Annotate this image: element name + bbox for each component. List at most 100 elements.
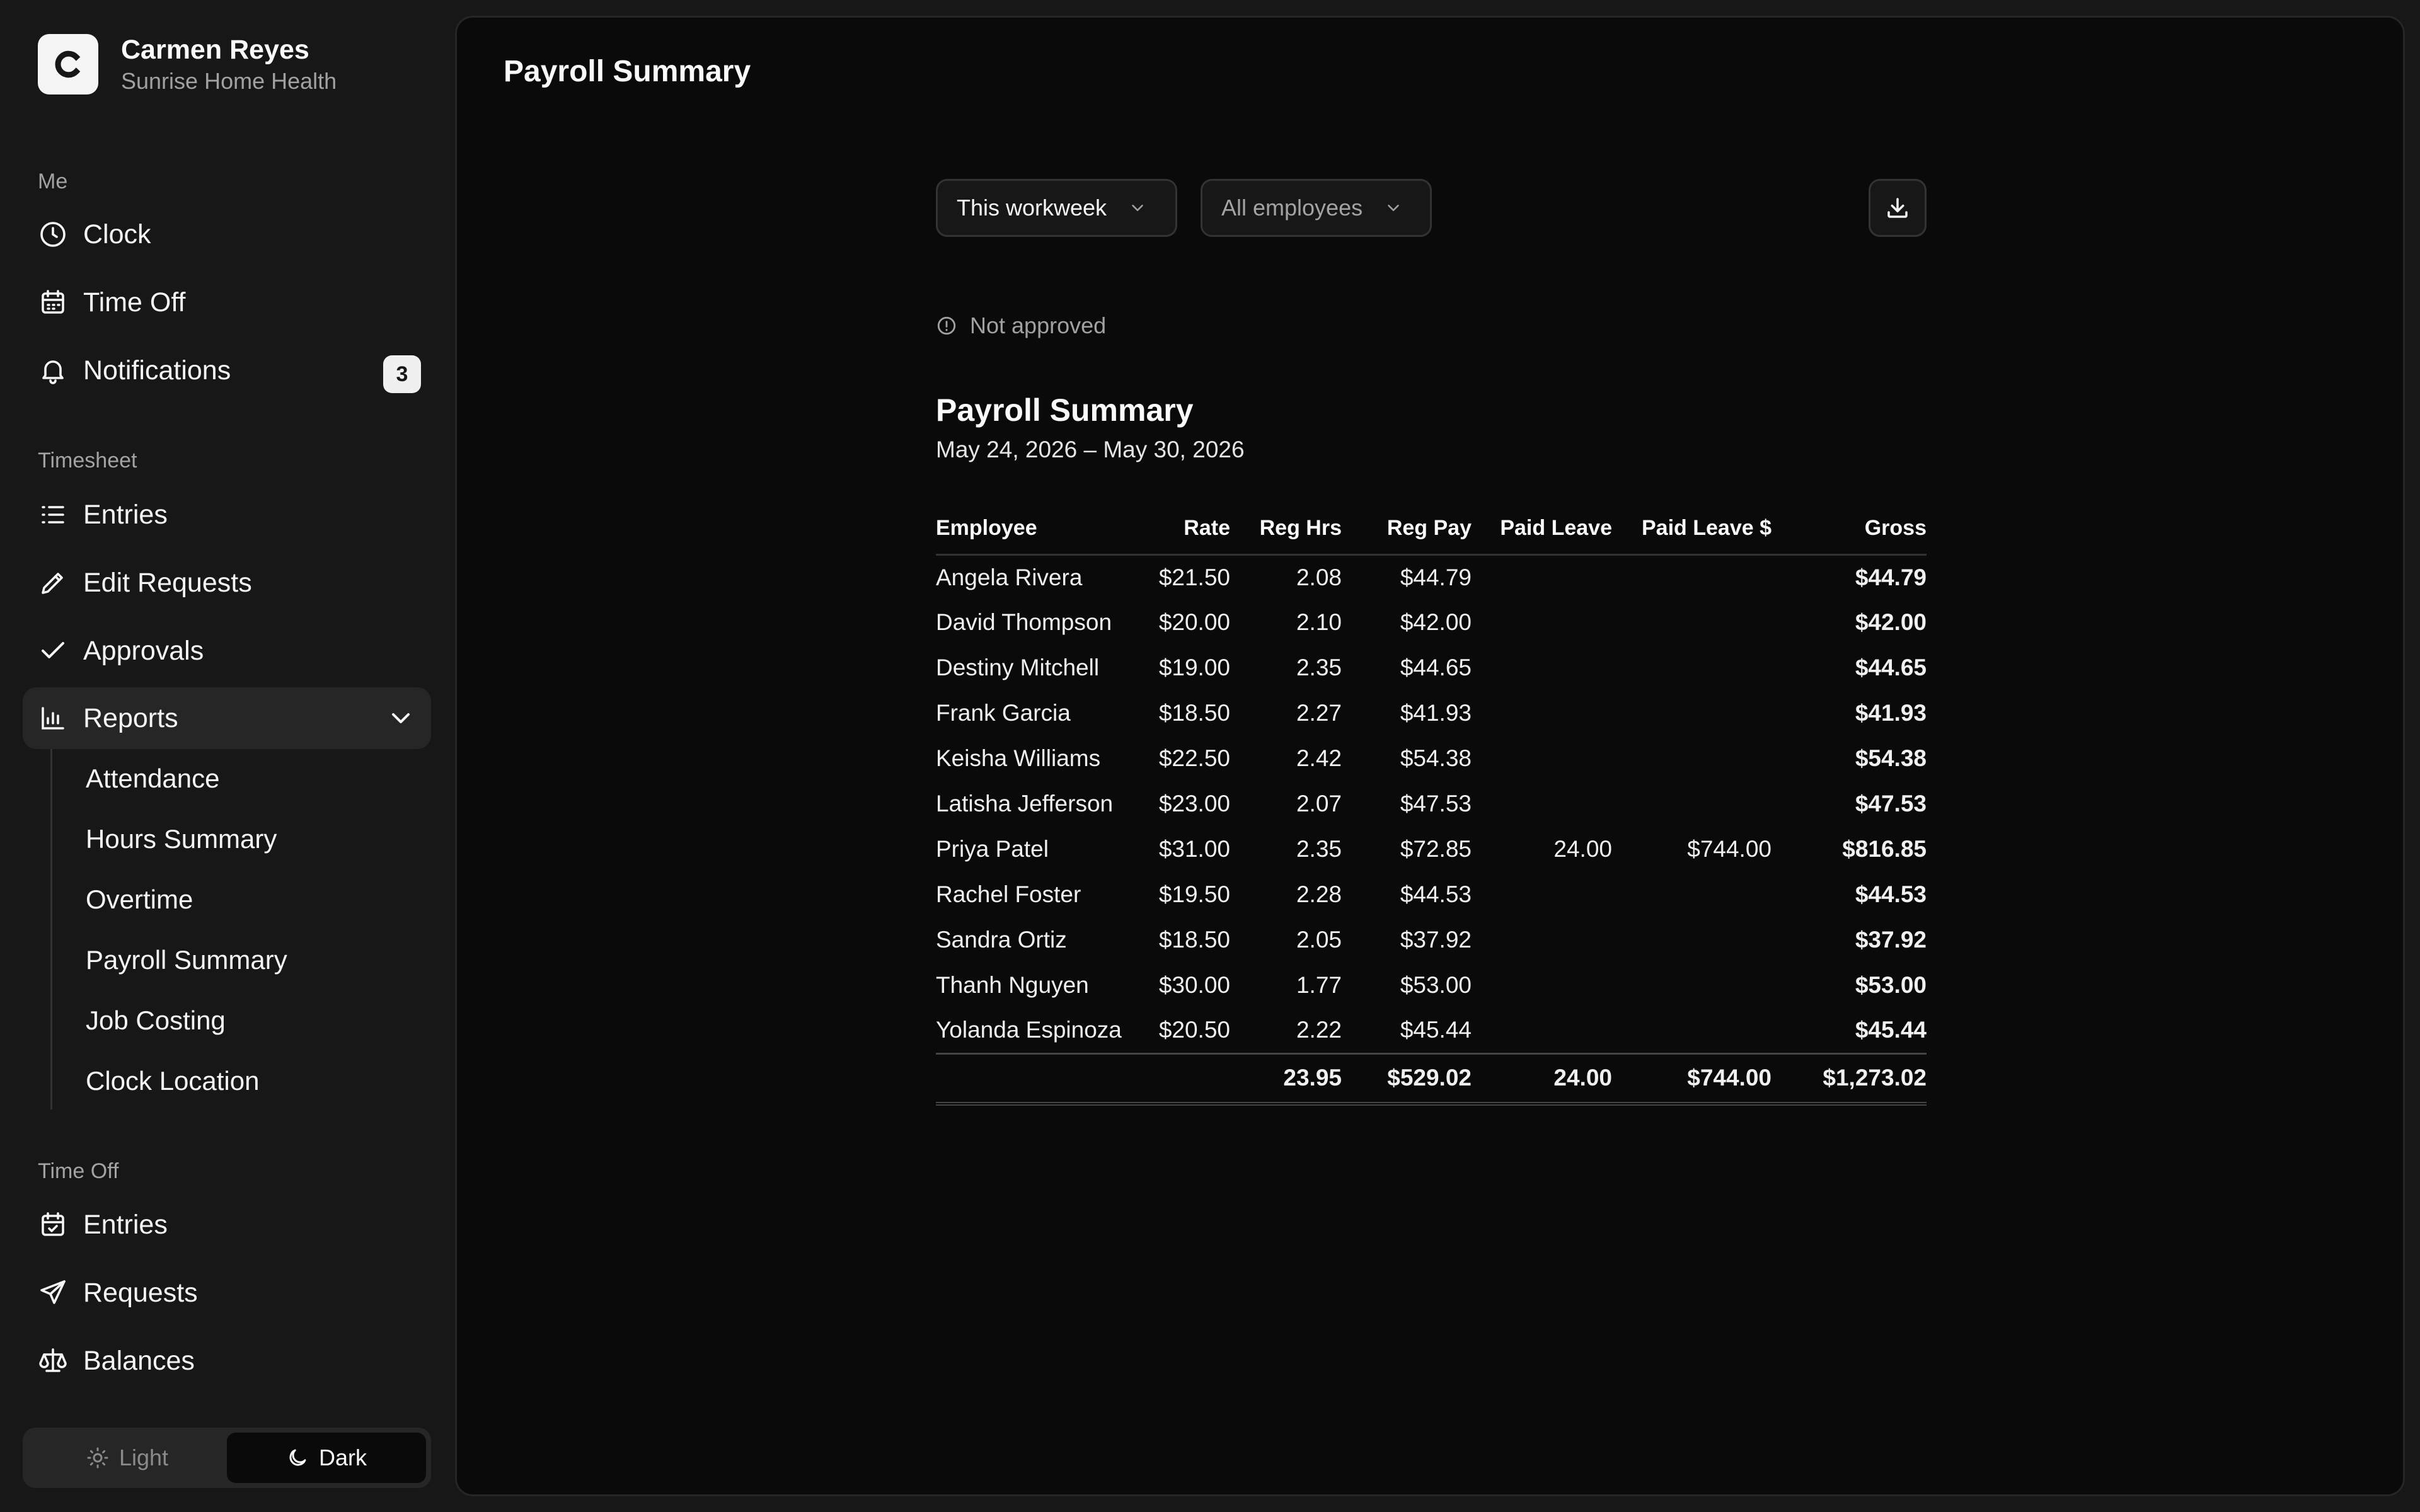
chevron-down-icon[interactable] — [386, 703, 416, 733]
reg-pay-cell: $54.38 — [1400, 745, 1472, 771]
paid-leave-cell — [1472, 736, 1612, 781]
nav-clock[interactable]: Clock — [23, 203, 431, 265]
table-row[interactable]: Yolanda Espinoza $20.50 2.22 $45.44 $45.44 — [936, 1008, 1927, 1053]
col-paid-leave-amount[interactable]: Paid Leave $ — [1612, 503, 1772, 556]
moon-icon — [289, 1449, 306, 1466]
theme-dark-label: Dark — [318, 1445, 367, 1470]
nav-notifications[interactable]: Notifications 3 — [23, 340, 431, 401]
download-button[interactable] — [1869, 179, 1927, 237]
table-row[interactable]: David Thompson $20.00 2.10 $42.00 $42.00 — [936, 600, 1927, 645]
list-icon — [38, 500, 68, 530]
reg-pay-cell: $45.44 — [1400, 1017, 1472, 1043]
rate-cell: $18.50 — [1158, 927, 1230, 953]
reg-hrs-cell: 2.35 — [1296, 655, 1342, 680]
nav-label: Edit Requests — [83, 567, 252, 598]
table-header-row: Employee Rate Reg Hrs Reg Pay Paid Leave… — [936, 503, 1927, 556]
paid-leave-cell — [1472, 600, 1612, 645]
paid-leave-cell — [1472, 917, 1612, 963]
rate-cell: $20.00 — [1158, 609, 1230, 635]
reg-hrs-cell: 2.07 — [1296, 791, 1342, 816]
gross-cell: $41.93 — [1855, 700, 1927, 726]
calendar-check-icon — [38, 1210, 68, 1240]
table-row[interactable]: Destiny Mitchell $19.00 2.35 $44.65 $44.65 — [936, 645, 1927, 690]
submenu-line — [50, 749, 52, 1109]
reg-hrs-cell: 2.22 — [1296, 1017, 1342, 1043]
page-title: Payroll Summary — [504, 55, 751, 88]
theme-light-button[interactable]: Light — [28, 1433, 227, 1483]
employee-cell: Sandra Ortiz — [936, 927, 1067, 953]
notifications-count-badge: 3 — [383, 355, 421, 393]
nav-approvals[interactable]: Approvals — [23, 620, 431, 682]
total-cell — [936, 1052, 1133, 1106]
col-paid-leave[interactable]: Paid Leave — [1472, 503, 1612, 556]
employee-select[interactable]: All employees — [1201, 179, 1432, 237]
table-row[interactable]: Rachel Foster $19.50 2.28 $44.53 $44.53 — [936, 872, 1927, 917]
employee-cell: Priya Patel — [936, 836, 1049, 862]
paid-leave-amount-cell — [1612, 872, 1772, 917]
nav-reports[interactable]: Reports — [23, 687, 431, 749]
paid-leave-cell — [1472, 645, 1612, 690]
main-panel: Payroll Summary This workweek All employ… — [455, 16, 2405, 1496]
nav-edit-requests[interactable]: Edit Requests — [23, 552, 431, 614]
table-row[interactable]: Frank Garcia $18.50 2.27 $41.93 $41.93 — [936, 690, 1927, 736]
nav-time-off[interactable]: Time Off — [23, 272, 431, 333]
col-gross[interactable]: Gross — [1772, 503, 1927, 556]
subnav-payroll-summary[interactable]: Payroll Summary — [69, 932, 431, 988]
gross-cell: $37.92 — [1855, 927, 1927, 953]
subnav-attendance[interactable]: Attendance — [69, 751, 431, 806]
reg-pay-cell: $44.79 — [1400, 564, 1472, 590]
subnav-clock-location[interactable]: Clock Location — [69, 1053, 431, 1109]
nav-timesheet-entries[interactable]: Entries — [23, 484, 431, 546]
nav-timeoff-requests[interactable]: Requests — [23, 1262, 431, 1324]
col-employee[interactable]: Employee — [936, 503, 1133, 556]
col-rate[interactable]: Rate — [1133, 503, 1230, 556]
nav-label: Entries — [83, 499, 168, 530]
table-row[interactable]: Keisha Williams $22.50 2.42 $54.38 $54.38 — [936, 736, 1927, 781]
paid-leave-cell — [1472, 781, 1612, 827]
paid-leave-amount-cell — [1612, 690, 1772, 736]
theme-toggle: Light Dark — [23, 1428, 431, 1488]
paid-leave-amount-cell — [1612, 1008, 1772, 1053]
table-row[interactable]: Priya Patel $31.00 2.35 $72.85 24.00 $744.00 $… — [936, 827, 1927, 872]
subnav-overtime[interactable]: Overtime — [69, 872, 431, 927]
col-reg-hrs[interactable]: Reg Hrs — [1230, 503, 1342, 556]
approval-status: Not approved — [936, 312, 1106, 339]
reg-hrs-cell: 2.35 — [1296, 836, 1342, 862]
period-select[interactable]: This workweek — [936, 179, 1177, 237]
rate-cell: $19.50 — [1158, 881, 1230, 907]
gross-cell: $45.44 — [1855, 1017, 1927, 1043]
sun-icon — [87, 1447, 108, 1469]
rate-cell: $21.50 — [1158, 564, 1230, 590]
paid-leave-amount-cell — [1612, 736, 1772, 781]
employee-select-value: All employees — [1221, 195, 1363, 220]
table-row[interactable]: Thanh Nguyen $30.00 1.77 $53.00 $53.00 — [936, 963, 1927, 1008]
col-reg-pay[interactable]: Reg Pay — [1342, 503, 1472, 556]
nav-timeoff-balances[interactable]: Balances — [23, 1330, 431, 1392]
account-switcher[interactable]: Carmen Reyes Sunrise Home Health — [38, 33, 337, 95]
gross-cell: $47.53 — [1855, 791, 1927, 816]
paid-leave-cell — [1472, 690, 1612, 736]
reg-hrs-cell: 2.27 — [1296, 700, 1342, 726]
paid-leave-cell — [1472, 963, 1612, 1008]
employee-cell: Rachel Foster — [936, 881, 1081, 907]
nav-timeoff-entries[interactable]: Entries — [23, 1194, 431, 1256]
scale-icon — [38, 1346, 68, 1376]
table-row[interactable]: Angela Rivera $21.50 2.08 $44.79 $44.79 — [936, 554, 1927, 600]
table-row[interactable]: Latisha Jefferson $23.00 2.07 $47.53 $47.53 — [936, 781, 1927, 827]
reg-pay-cell: $47.53 — [1400, 791, 1472, 816]
clock-icon — [38, 219, 68, 249]
reg-pay-cell: $37.92 — [1400, 927, 1472, 953]
subnav-hours-summary[interactable]: Hours Summary — [69, 811, 431, 867]
nav-label: Entries — [83, 1209, 168, 1240]
theme-dark-button[interactable]: Dark — [227, 1433, 426, 1483]
reg-hrs-cell: 1.77 — [1296, 972, 1342, 998]
gross-cell: $44.65 — [1855, 655, 1927, 680]
paid-leave-amount-cell — [1612, 600, 1772, 645]
paid-leave-amount-cell: $744.00 — [1687, 836, 1772, 862]
chevron-down-icon — [1132, 205, 1143, 211]
org-name: Sunrise Home Health — [121, 68, 337, 94]
subnav-job-costing[interactable]: Job Costing — [69, 993, 431, 1048]
reg-hrs-cell: 2.05 — [1296, 927, 1342, 953]
gross-cell: $816.85 — [1842, 836, 1927, 862]
table-row[interactable]: Sandra Ortiz $18.50 2.05 $37.92 $37.92 — [936, 917, 1927, 963]
